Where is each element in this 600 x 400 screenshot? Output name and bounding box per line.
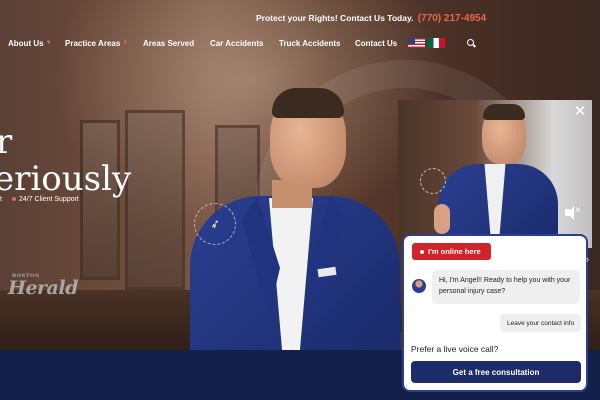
- press-logo-small: BOSTON: [12, 273, 40, 279]
- headline-line-1: r: [0, 122, 13, 162]
- mexico-flag-icon[interactable]: [428, 38, 446, 48]
- nav-label: Car Accidents: [210, 38, 264, 48]
- speaker-cone: [568, 206, 574, 220]
- nav-label: Contact Us: [355, 38, 398, 48]
- scroll-right-icon[interactable]: ›: [586, 254, 589, 264]
- video-hair: [483, 104, 525, 120]
- press-logo-text: Herald: [8, 277, 78, 299]
- headline-line-2: eriously: [0, 159, 132, 199]
- us-flag-icon[interactable]: [408, 38, 426, 48]
- nav-label: Practice Areas: [65, 38, 121, 48]
- agent-avatar: [412, 279, 426, 293]
- top-contact-bar: Protect your Rights! Contact Us Today. (…: [256, 13, 486, 24]
- hero-tagline: t 24/7 Client Support: [0, 196, 79, 203]
- contact-prompt: Protect your Rights! Contact Us Today.: [256, 13, 414, 23]
- chevron-down-icon: ▼: [122, 40, 129, 46]
- search-icon[interactable]: [467, 38, 476, 48]
- background-window: [125, 110, 185, 290]
- chat-message: Hi, I'm Angel!! Ready to help you with y…: [432, 270, 580, 304]
- nav-label: About Us: [8, 38, 44, 48]
- video-seal-icon: [420, 168, 446, 194]
- voice-call-prompt: Prefer a live voice call?: [411, 344, 499, 354]
- mute-x: ×: [575, 205, 581, 216]
- language-switcher: [408, 38, 446, 48]
- nav-label: Areas Served: [143, 38, 195, 48]
- online-label: I'm online here: [428, 247, 481, 256]
- video-attorney: [434, 104, 558, 248]
- chevron-down-icon: ▼: [45, 40, 52, 46]
- chat-widget: I'm online here Hi, I'm Angel!! Ready to…: [402, 234, 588, 392]
- nav-item-contact-us[interactable]: Contact Us: [355, 39, 397, 48]
- close-icon[interactable]: ✕: [572, 104, 588, 120]
- nav-item-practice-areas[interactable]: Practice Areas ▼: [65, 39, 143, 48]
- mute-icon[interactable]: ×: [565, 205, 581, 220]
- press-logo: BOSTON Herald: [8, 273, 78, 299]
- portrait-hair: [272, 88, 344, 118]
- nav-item-truck-accidents[interactable]: Truck Accidents: [279, 39, 355, 48]
- tagline-left: t: [0, 196, 2, 203]
- phone-link[interactable]: (770) 217-4954: [418, 13, 486, 24]
- nav-label: Truck Accidents: [279, 38, 341, 48]
- tagline-support: 24/7 Client Support: [11, 196, 79, 203]
- nav-item-car-accidents[interactable]: Car Accidents: [210, 39, 279, 48]
- eagle-icon: ➶: [208, 215, 222, 233]
- support-text: 24/7 Client Support: [18, 196, 79, 203]
- hero-headline: r eriously: [0, 124, 131, 198]
- video-chat-preview[interactable]: [398, 100, 592, 248]
- online-status-badge: I'm online here: [412, 243, 491, 260]
- leave-contact-info-button[interactable]: Leave your contact info: [500, 314, 582, 332]
- free-consultation-button[interactable]: Get a free consultation: [411, 361, 581, 383]
- nav-item-about-us[interactable]: About Us ▼: [8, 39, 65, 48]
- main-navigation: About Us ▼ Practice Areas ▼ Areas Served…: [8, 36, 476, 50]
- bullet-dot-icon: [11, 197, 16, 201]
- nav-item-areas-served[interactable]: Areas Served: [143, 39, 210, 48]
- firm-seal-icon: ➶: [194, 203, 236, 245]
- status-dot-icon: [420, 249, 424, 254]
- video-hand: [434, 204, 450, 234]
